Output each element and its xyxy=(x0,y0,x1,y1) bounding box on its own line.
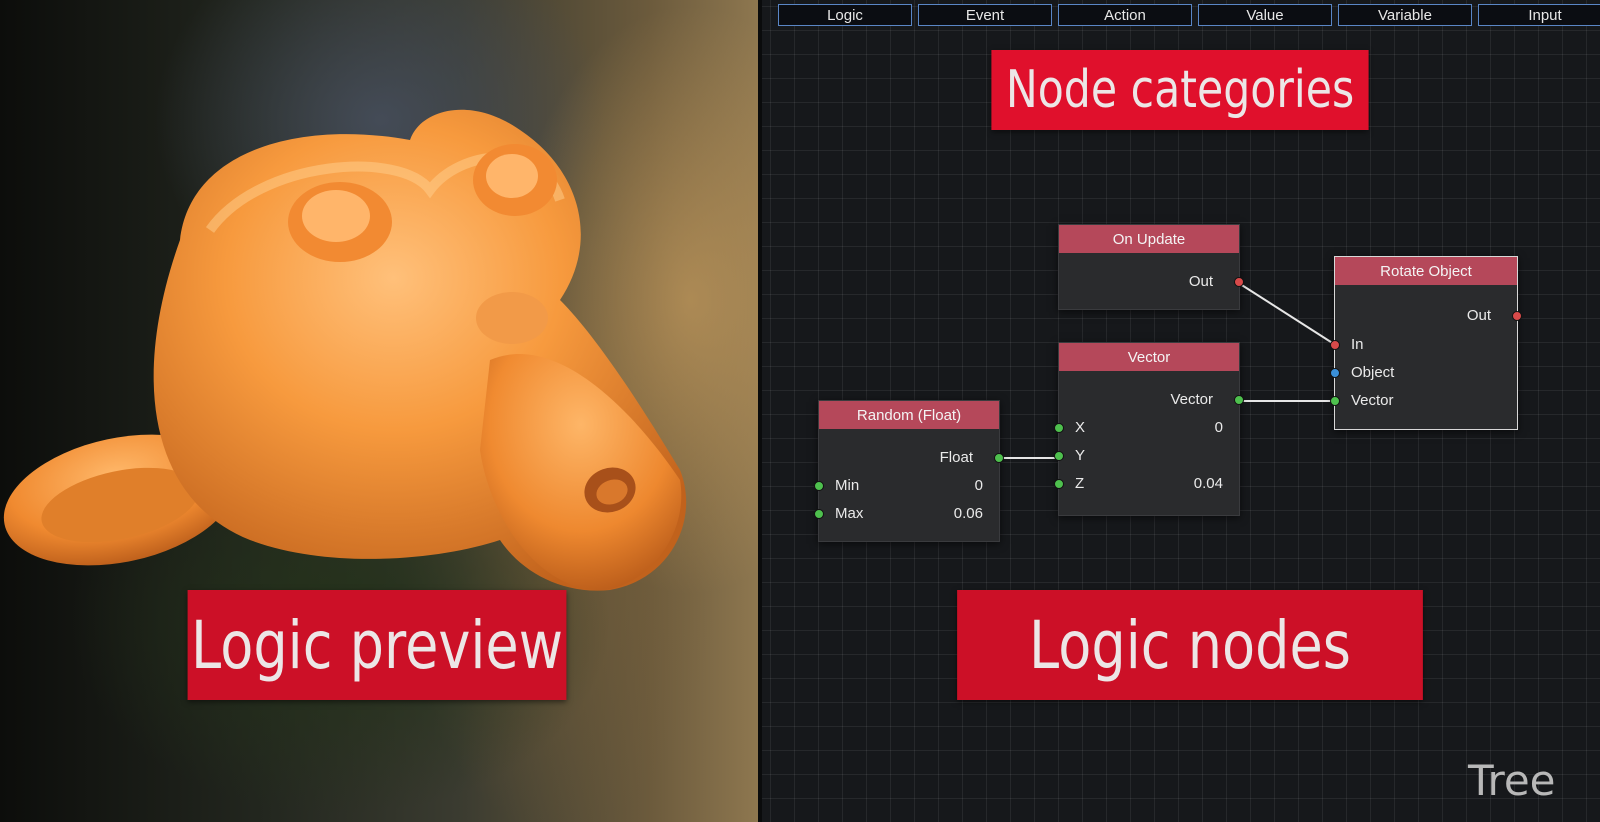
socket-label-out: Out xyxy=(1466,307,1491,324)
node-title: Rotate Object xyxy=(1335,257,1517,285)
output-socket-out[interactable] xyxy=(1512,311,1522,321)
socket-label-min: Min xyxy=(835,477,860,494)
tab-action[interactable]: Action xyxy=(1058,4,1192,26)
tab-logic[interactable]: Logic xyxy=(778,4,912,26)
node-on-update[interactable]: On Update Out xyxy=(1058,224,1244,310)
input-socket-y[interactable] xyxy=(1054,451,1064,461)
value-z[interactable]: 0.04 xyxy=(1194,475,1223,492)
value-max[interactable]: 0.06 xyxy=(954,505,983,522)
node-random-float[interactable]: Random (Float) Float Min 0 Max 0.06 xyxy=(814,400,1004,542)
input-socket-min[interactable] xyxy=(814,481,824,491)
socket-label-x: X xyxy=(1075,419,1086,436)
logic-nodes-label: Logic nodes xyxy=(957,590,1423,700)
output-socket-vector[interactable] xyxy=(1234,395,1244,405)
output-socket-out[interactable] xyxy=(1234,277,1244,287)
input-socket-x[interactable] xyxy=(1054,423,1064,433)
tab-input[interactable]: Input xyxy=(1478,4,1600,26)
tab-event[interactable]: Event xyxy=(918,4,1052,26)
socket-label-z: Z xyxy=(1075,475,1085,492)
value-x[interactable]: 0 xyxy=(1215,419,1223,436)
node-rotate-object[interactable]: Rotate Object Out In Object Vector xyxy=(1330,256,1522,430)
socket-label-y: Y xyxy=(1075,447,1086,464)
logic-preview-label: Logic preview xyxy=(187,590,567,700)
tab-value[interactable]: Value xyxy=(1198,4,1332,26)
input-socket-vector[interactable] xyxy=(1330,396,1340,406)
input-socket-z[interactable] xyxy=(1054,479,1064,489)
tree-label: Tree xyxy=(1468,756,1556,805)
node-title: Vector xyxy=(1059,343,1239,371)
node-vector[interactable]: Vector Vector X 0 Y Z 0.04 xyxy=(1054,342,1244,516)
socket-label-float: Float xyxy=(939,449,973,466)
tab-variable[interactable]: Variable xyxy=(1338,4,1472,26)
node-categories-label: Node categories xyxy=(991,50,1369,130)
output-socket-float[interactable] xyxy=(994,453,1004,463)
socket-label-object: Object xyxy=(1351,364,1395,381)
socket-label-vector-out: Vector xyxy=(1170,391,1213,408)
wire-out-to-in xyxy=(1236,281,1335,345)
node-category-tabs: Logic Event Action Value Variable Input xyxy=(778,4,1600,26)
socket-label-vector: Vector xyxy=(1351,392,1394,409)
socket-label-out: Out xyxy=(1188,273,1213,290)
value-min[interactable]: 0 xyxy=(975,477,983,494)
input-socket-object[interactable] xyxy=(1330,368,1340,378)
node-title: Random (Float) xyxy=(819,401,999,429)
socket-label-in: In xyxy=(1351,336,1364,353)
input-socket-max[interactable] xyxy=(814,509,824,519)
node-title: On Update xyxy=(1059,225,1239,253)
socket-label-max: Max xyxy=(835,505,864,522)
input-socket-in[interactable] xyxy=(1330,340,1340,350)
